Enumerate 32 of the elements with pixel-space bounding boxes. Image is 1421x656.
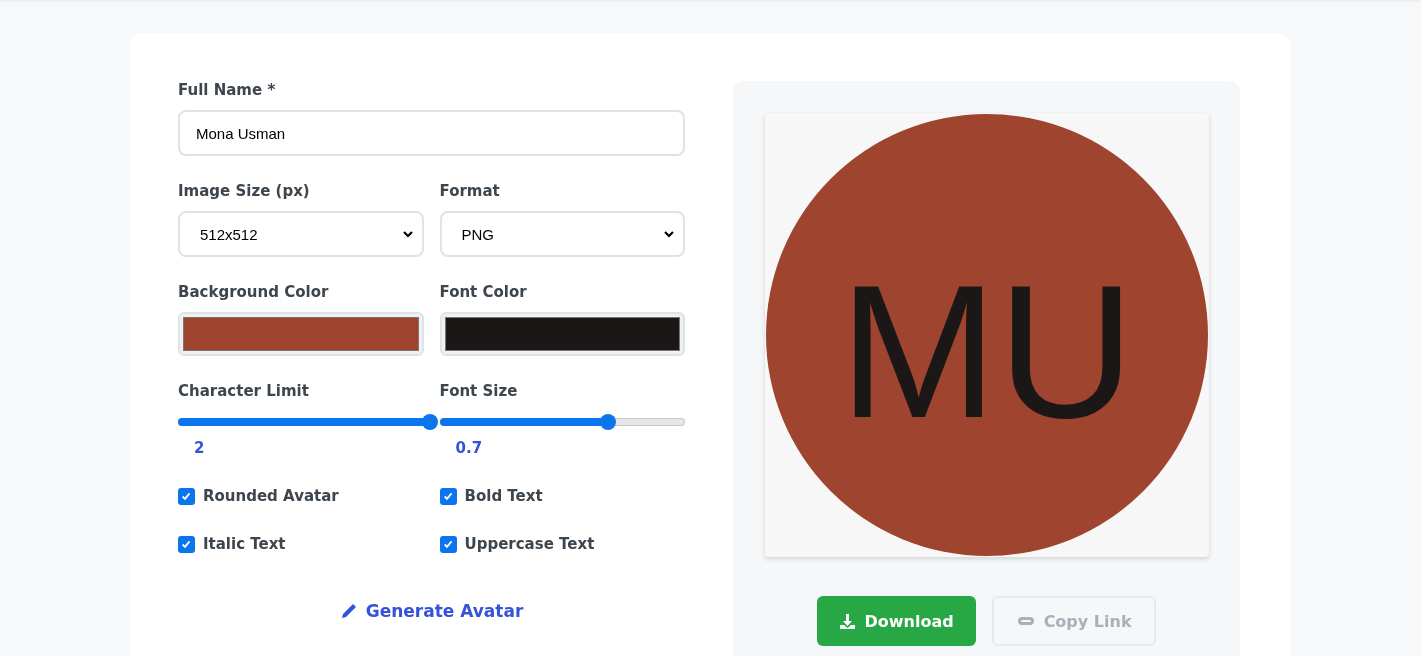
- field-label: Background Color: [178, 283, 330, 301]
- field-label: Font Color: [439, 283, 528, 301]
- pencil-icon: [339, 602, 358, 620]
- name-field[interactable]: Mona Usman: [178, 110, 685, 156]
- size-dropdown[interactable]: 512x512: [178, 211, 424, 257]
- slider-thumb[interactable]: [599, 414, 616, 430]
- color-picker[interactable]: [178, 312, 424, 356]
- slider-fill[interactable]: [178, 418, 424, 426]
- generate-button[interactable]: Generate Avatar: [339, 601, 524, 621]
- slider-thumb[interactable]: [421, 414, 438, 430]
- avatar-initials: MU: [838, 245, 1135, 457]
- field-label: Font Size: [439, 382, 519, 400]
- checkbox[interactable]: [178, 487, 195, 505]
- field-label: Full Name *: [178, 81, 277, 99]
- checkbox-label: Italic Text: [203, 535, 286, 553]
- field-label: Character Limit: [178, 382, 310, 400]
- checkbox-label: Uppercase Text: [464, 535, 595, 553]
- field-label: Image Size (px): [178, 182, 311, 200]
- chevron-down-icon: [663, 230, 675, 238]
- checkbox[interactable]: [178, 535, 195, 553]
- checkbox[interactable]: [439, 487, 457, 505]
- checkbox-label: Rounded Avatar: [203, 487, 339, 505]
- chevron-down-icon: [401, 230, 414, 238]
- checkbox[interactable]: [439, 535, 457, 553]
- field-label: Format: [439, 182, 501, 200]
- slider-value: 2: [194, 439, 205, 457]
- checkbox-label: Bold Text: [464, 487, 543, 505]
- download-icon: [839, 612, 857, 630]
- color-picker[interactable]: [439, 312, 685, 356]
- slider-fill[interactable]: [439, 418, 602, 426]
- slider-value: 0.7: [455, 439, 483, 457]
- format-dropdown[interactable]: PNG: [439, 211, 685, 257]
